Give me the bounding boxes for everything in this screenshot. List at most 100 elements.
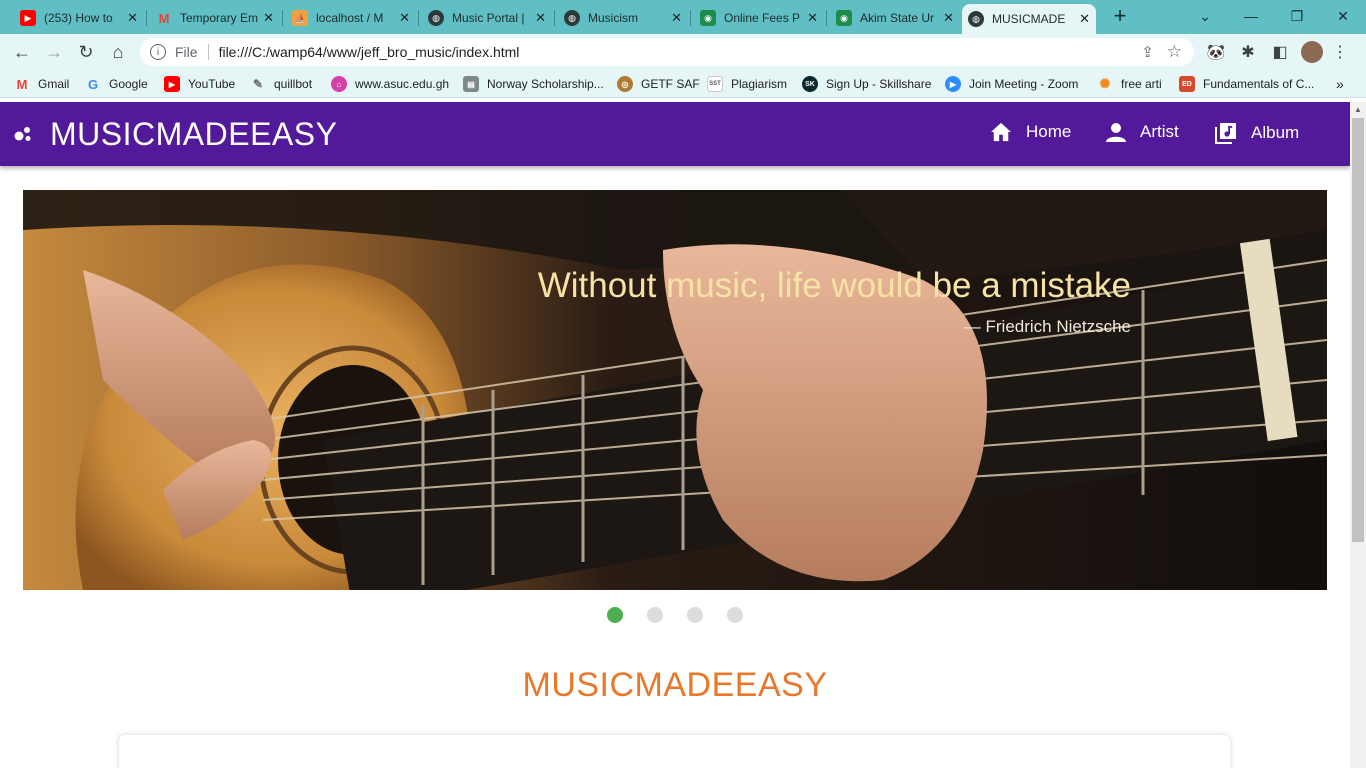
- browser-tab-strip: ▶ (253) How to ✕ M Temporary Em ✕ ⛵ loca…: [0, 0, 1366, 34]
- url-text[interactable]: file:///C:/wamp64/www/jeff_bro_music/ind…: [219, 44, 520, 60]
- menu-icon[interactable]: ⋮: [1328, 40, 1352, 64]
- tab-youtube[interactable]: ▶ (253) How to ✕: [14, 4, 144, 32]
- carousel-dot-1[interactable]: [607, 607, 623, 623]
- forward-arrow-icon[interactable]: →: [42, 40, 66, 64]
- bookmark-getf-saf[interactable]: ◎ GETF SAF: [617, 75, 700, 93]
- youtube-icon: ▶: [164, 76, 180, 92]
- bookmark-asuc[interactable]: ⌂ www.asuc.edu.gh: [331, 75, 449, 93]
- globe-icon: ◍: [428, 10, 444, 26]
- bookmark-zoom[interactable]: ▶ Join Meeting - Zoom: [945, 75, 1078, 93]
- info-icon[interactable]: i: [150, 44, 166, 60]
- carousel-dot-4[interactable]: [727, 607, 743, 623]
- restore-button[interactable]: ❐: [1274, 0, 1320, 32]
- web-page: MUSICMADEEASY Home Artist Album Without …: [0, 102, 1366, 768]
- google-icon: G: [87, 76, 99, 92]
- tab-music-portal[interactable]: ◍ Music Portal | ✕: [422, 4, 552, 32]
- minimize-button[interactable]: —: [1228, 0, 1274, 32]
- album-icon: [1215, 123, 1236, 144]
- close-icon[interactable]: ✕: [399, 10, 410, 26]
- hero-quote-author: — Friedrich Nietzsche: [963, 317, 1131, 336]
- close-icon[interactable]: ✕: [263, 10, 274, 26]
- home-icon: [991, 122, 1011, 142]
- bookmark-google[interactable]: G Google: [85, 75, 148, 93]
- gmail-icon: M: [158, 10, 170, 26]
- skillshare-icon: SK: [802, 76, 818, 92]
- scroll-up-icon[interactable]: ▲: [1354, 105, 1362, 114]
- gmail-icon: M: [16, 76, 28, 92]
- tab-search-chevron-down-icon[interactable]: ⌄: [1182, 0, 1228, 32]
- bookmarks-overflow-icon[interactable]: »: [1336, 75, 1344, 93]
- zoom-icon: ▶: [945, 76, 961, 92]
- phpmyadmin-icon: ⛵: [292, 10, 308, 26]
- panda-extension-icon[interactable]: 🐼: [1204, 40, 1228, 64]
- tab-musicism[interactable]: ◍ Musicism ✕: [558, 4, 688, 32]
- youtube-icon: ▶: [20, 10, 36, 26]
- bookmark-fundamentals[interactable]: ED Fundamentals of C...: [1179, 75, 1314, 93]
- tab-musicmadeeasy[interactable]: ◍ MUSICMADE ✕: [962, 4, 1096, 34]
- bookmark-free-arti[interactable]: ✺ free arti: [1097, 75, 1162, 93]
- person-icon: [1106, 123, 1126, 142]
- carousel-dot-3[interactable]: [687, 607, 703, 623]
- side-panel-icon[interactable]: ◧: [1268, 40, 1292, 64]
- back-arrow-icon[interactable]: ←: [10, 40, 34, 64]
- bookmark-skillshare[interactable]: SK Sign Up - Skillshare: [802, 75, 931, 93]
- bookmark-quillbot[interactable]: ✎ quillbot: [250, 75, 312, 93]
- nav-home[interactable]: Home: [990, 122, 1071, 142]
- tab-title: Temporary Em: [180, 11, 259, 25]
- bookmark-youtube[interactable]: ▶ YouTube: [164, 75, 235, 93]
- carousel-dot-2[interactable]: [647, 607, 663, 623]
- scrollbar-thumb[interactable]: [1352, 118, 1364, 542]
- tab-localhost[interactable]: ⛵ localhost / M ✕: [286, 4, 416, 32]
- nav-artist[interactable]: Artist: [1106, 122, 1179, 142]
- avatar[interactable]: [1300, 40, 1324, 64]
- star-icon[interactable]: ☆: [1167, 42, 1182, 62]
- tab-title: Akim State Ur: [860, 11, 935, 25]
- new-tab-button[interactable]: +: [1108, 4, 1132, 28]
- close-icon[interactable]: ✕: [943, 10, 954, 26]
- hero-carousel[interactable]: Without music, life would be a mistake —…: [23, 190, 1327, 590]
- window-close-button[interactable]: ✕: [1320, 0, 1366, 32]
- share-icon[interactable]: ⇪: [1141, 43, 1154, 61]
- scheme-label: File: [175, 44, 198, 60]
- nav-album-label: Album: [1251, 123, 1300, 142]
- site-navbar: MUSICMADEEASY Home Artist Album: [0, 102, 1350, 166]
- quill-icon: ✎: [252, 77, 264, 91]
- free-art-icon: ✺: [1099, 76, 1111, 91]
- page-scrollbar[interactable]: ▲: [1350, 102, 1366, 768]
- tab-title: Online Fees P: [724, 11, 801, 25]
- tab-akim-state[interactable]: ◉ Akim State Ur ✕: [830, 4, 960, 32]
- divider: [207, 44, 209, 60]
- extensions-puzzle-icon[interactable]: ✱: [1236, 40, 1260, 64]
- nav-album[interactable]: Album: [1215, 122, 1299, 144]
- reload-icon[interactable]: ↻: [74, 40, 98, 64]
- address-bar[interactable]: i File file:///C:/wamp64/www/jeff_bro_mu…: [140, 38, 1194, 66]
- close-icon[interactable]: ✕: [671, 10, 682, 26]
- tab-online-fees[interactable]: ◉ Online Fees P ✕: [694, 4, 824, 32]
- browser-toolbar: ← → ↻ ⌂ i File file:///C:/wamp64/www/jef…: [0, 34, 1366, 70]
- sst-icon: SST: [707, 76, 723, 92]
- asuc-icon: ⌂: [331, 76, 347, 92]
- tab-title: MUSICMADE: [992, 12, 1066, 26]
- home-icon[interactable]: ⌂: [106, 40, 130, 64]
- bookmarks-bar: M Gmail G Google ▶ YouTube ✎ quillbot ⌂ www.a…: [0, 70, 1366, 98]
- bookmark-gmail[interactable]: M Gmail: [14, 75, 70, 93]
- getf-icon: ◎: [617, 76, 633, 92]
- tab-title: (253) How to: [44, 11, 113, 25]
- site-brand[interactable]: MUSICMADEEASY: [50, 116, 337, 153]
- tab-title: Musicism: [588, 11, 638, 25]
- bookmark-norway-scholarship[interactable]: ▤ Norway Scholarship...: [463, 75, 604, 93]
- bookmark-plagiarism[interactable]: SST Plagiarism: [707, 75, 787, 93]
- doc-icon: ▤: [463, 76, 479, 92]
- close-icon[interactable]: ✕: [807, 10, 818, 26]
- tab-temporary-email[interactable]: M Temporary Em ✕: [150, 4, 280, 32]
- carousel-indicators: [607, 607, 743, 623]
- fees-icon: ◉: [700, 10, 716, 26]
- close-icon[interactable]: ✕: [127, 10, 138, 26]
- globe-icon: ◍: [564, 10, 580, 26]
- globe-icon: ◍: [968, 11, 984, 27]
- logo-dots-icon: [14, 127, 31, 141]
- university-icon: ◉: [836, 10, 852, 26]
- close-icon[interactable]: ✕: [535, 10, 546, 26]
- close-icon[interactable]: ✕: [1079, 11, 1090, 27]
- tab-title: localhost / M: [316, 11, 384, 25]
